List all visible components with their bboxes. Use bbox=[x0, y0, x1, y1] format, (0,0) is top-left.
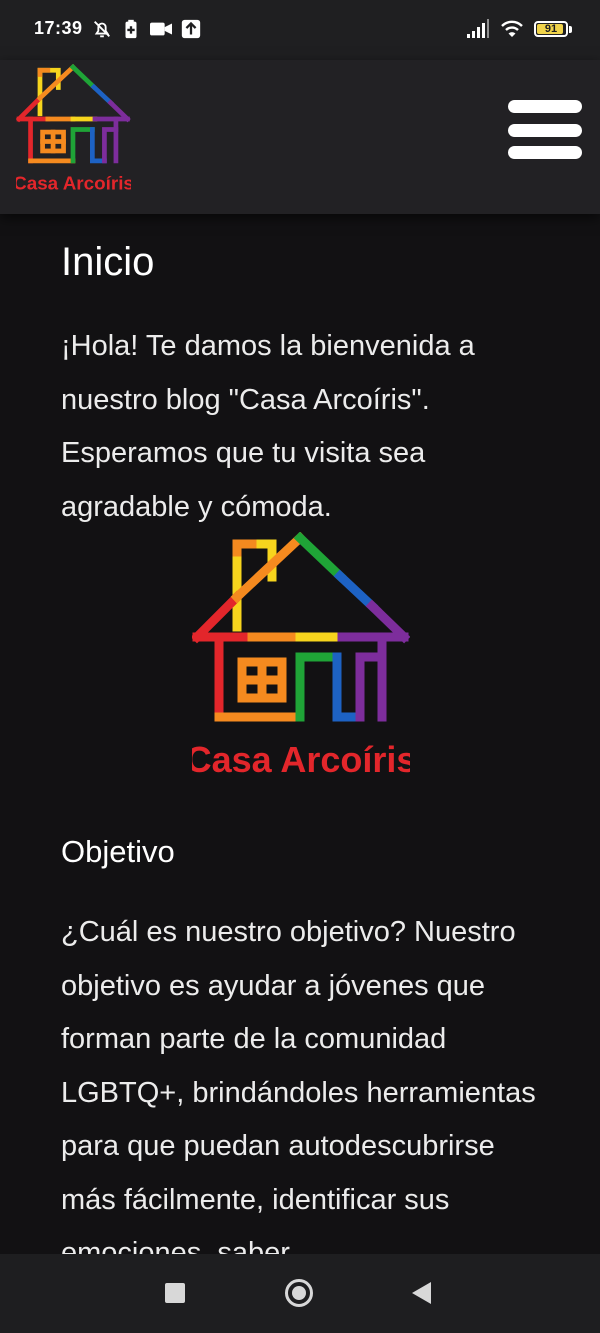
menu-bar-middle bbox=[508, 124, 582, 137]
upload-icon bbox=[181, 19, 201, 39]
menu-bar-top bbox=[508, 100, 582, 113]
intro-paragraph: ¡Hola! Te damos la bienvenida a nuestro … bbox=[61, 330, 475, 523]
casa-arcoiris-logo-text: Casa Arcoíris bbox=[192, 739, 410, 780]
bell-off-icon bbox=[94, 21, 110, 38]
site-logo-text: Casa Arcoíris bbox=[16, 173, 131, 194]
battery-icon: 91 bbox=[534, 21, 572, 37]
objective-paragraph: ¿Cuál es nuestro objetivo? Nuestro objet… bbox=[61, 916, 536, 1254]
battery-tip bbox=[569, 25, 572, 33]
battery-body: 91 bbox=[534, 21, 568, 37]
main-content: Inicio ¡Hola! Te damos la bienvenida a n… bbox=[0, 214, 600, 1254]
home-icon[interactable] bbox=[285, 1279, 313, 1307]
status-right-group: 91 bbox=[466, 18, 572, 40]
hamburger-menu-icon[interactable] bbox=[508, 100, 582, 162]
menu-bar-bottom bbox=[508, 146, 582, 159]
wifi-icon bbox=[501, 20, 523, 37]
recent-apps-icon[interactable] bbox=[165, 1283, 185, 1303]
status-bar: 17:39 91 bbox=[0, 0, 600, 60]
page-title: Inicio bbox=[61, 240, 155, 284]
section-title-objetivo: Objetivo bbox=[61, 834, 175, 869]
battery-saver-icon bbox=[125, 19, 137, 39]
battery-level: 91 bbox=[544, 23, 558, 35]
status-time: 17:39 bbox=[34, 18, 83, 38]
home-icon-inner bbox=[292, 1286, 306, 1300]
back-icon[interactable] bbox=[412, 1282, 431, 1304]
site-header: Casa Arcoíris bbox=[0, 60, 600, 214]
casa-arcoiris-logo: Casa Arcoíris bbox=[192, 532, 410, 780]
system-nav-bar bbox=[0, 1254, 600, 1333]
video-camera-icon bbox=[150, 22, 172, 36]
signal-icon bbox=[467, 19, 489, 38]
site-logo[interactable]: Casa Arcoíris bbox=[16, 64, 131, 196]
